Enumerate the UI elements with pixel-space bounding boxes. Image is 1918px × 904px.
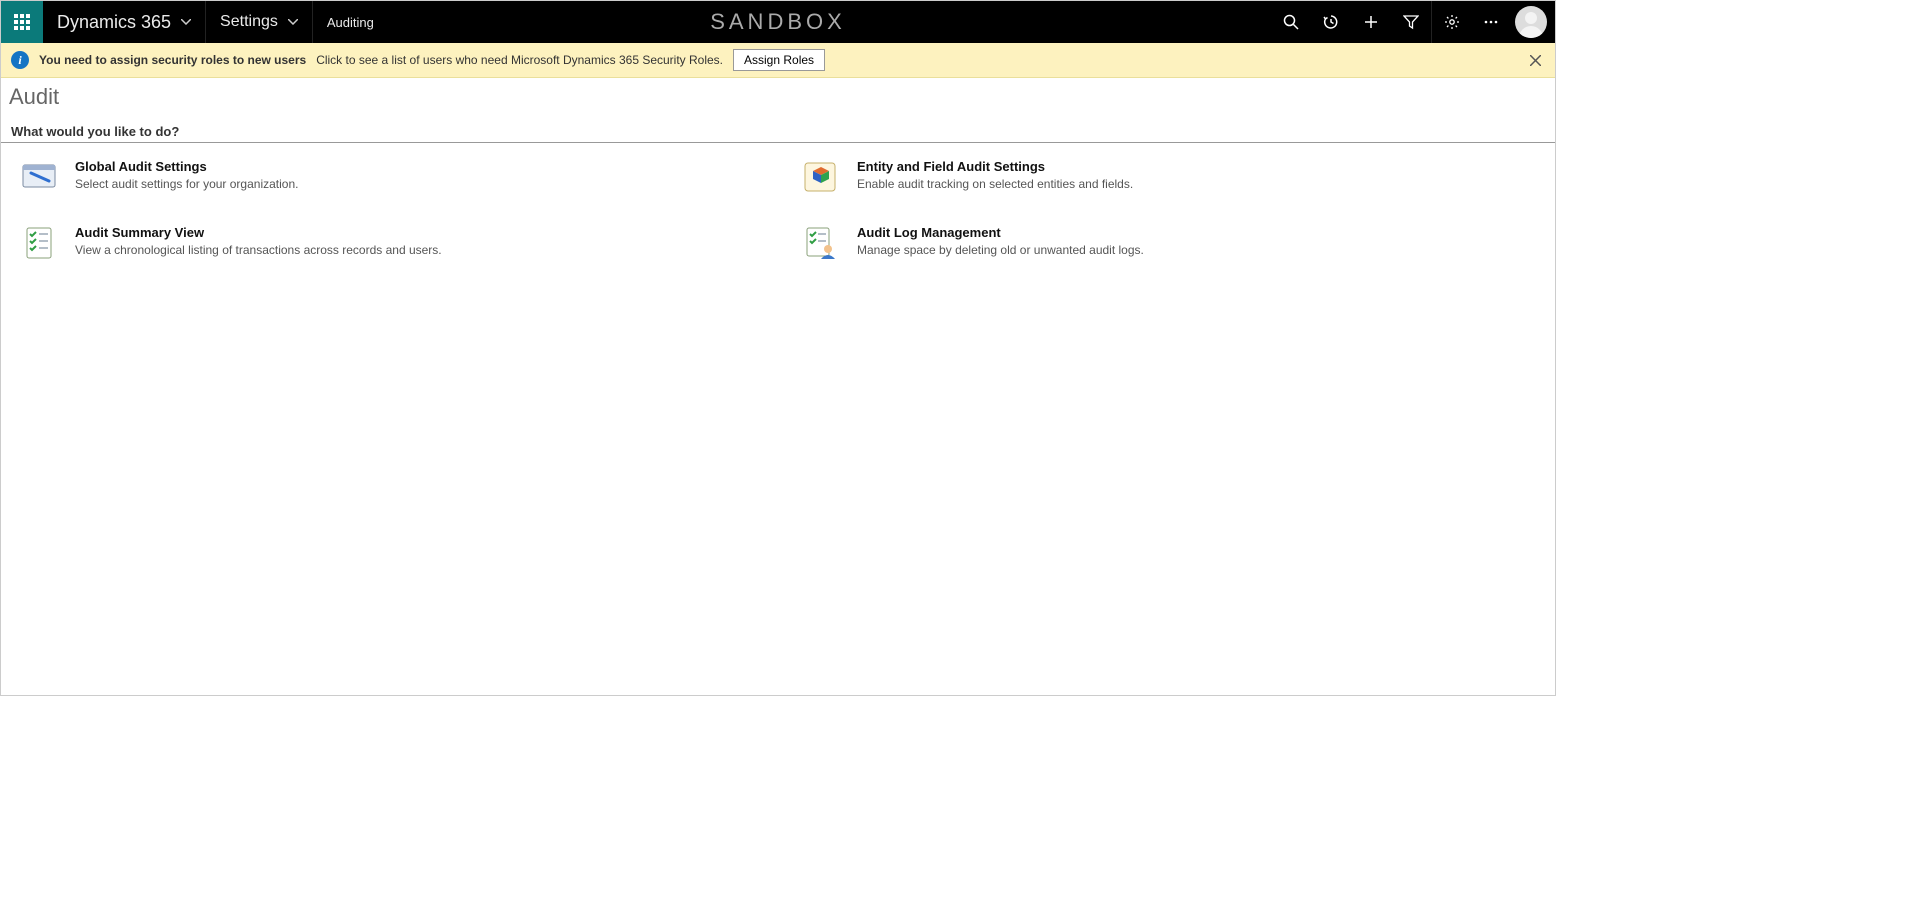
notification-bar: i You need to assign security roles to n… (1, 43, 1555, 78)
notification-title: You need to assign security roles to new… (39, 53, 306, 67)
entity-boxes-icon (803, 159, 839, 195)
nav-area-label: Settings (220, 13, 278, 31)
settings-form-icon (21, 159, 57, 195)
nav-subarea[interactable]: Auditing (313, 1, 388, 43)
assign-roles-button[interactable]: Assign Roles (733, 49, 825, 71)
waffle-icon (14, 14, 30, 30)
chevron-down-icon (181, 19, 191, 25)
nav-app-label: Dynamics 365 (57, 12, 171, 33)
checklist-icon (21, 225, 57, 261)
close-icon (1530, 55, 1541, 66)
search-icon (1283, 14, 1299, 30)
recent-button[interactable] (1311, 1, 1351, 43)
tile-desc: Manage space by deleting old or unwanted… (857, 243, 1144, 257)
plus-icon (1363, 14, 1379, 30)
user-avatar[interactable] (1515, 6, 1547, 38)
audit-tile-grid: Global Audit Settings Select audit setti… (1, 143, 1555, 295)
nav-right (1271, 1, 1555, 43)
tile-desc: Select audit settings for your organizat… (75, 177, 298, 191)
history-icon (1323, 14, 1339, 30)
info-icon: i (11, 51, 29, 69)
more-icon (1483, 14, 1499, 30)
tile-title: Audit Log Management (857, 225, 1144, 240)
gear-icon (1444, 14, 1460, 30)
notification-message: Click to see a list of users who need Mi… (316, 53, 723, 67)
chevron-down-icon (288, 19, 298, 25)
section-title: What would you like to do? (1, 120, 1555, 143)
tile-title: Entity and Field Audit Settings (857, 159, 1133, 174)
tile-global-audit-settings[interactable]: Global Audit Settings Select audit setti… (21, 153, 763, 219)
filter-icon (1403, 14, 1419, 30)
tile-audit-summary-view[interactable]: Audit Summary View View a chronological … (21, 219, 763, 285)
tile-title: Audit Summary View (75, 225, 442, 240)
environment-label: SANDBOX (710, 9, 846, 35)
nav-app-name[interactable]: Dynamics 365 (43, 1, 206, 43)
help-button[interactable] (1471, 1, 1511, 43)
tile-title: Global Audit Settings (75, 159, 298, 174)
tile-entity-field-audit-settings[interactable]: Entity and Field Audit Settings Enable a… (803, 153, 1545, 219)
tile-desc: View a chronological listing of transact… (75, 243, 442, 257)
notification-close-button[interactable] (1526, 55, 1545, 66)
search-button[interactable] (1271, 1, 1311, 43)
top-nav: Dynamics 365 Settings Auditing SANDBOX (1, 1, 1555, 43)
nav-subarea-label: Auditing (327, 15, 374, 30)
tile-desc: Enable audit tracking on selected entiti… (857, 177, 1133, 191)
advanced-find-button[interactable] (1391, 1, 1431, 43)
tile-audit-log-management[interactable]: Audit Log Management Manage space by del… (803, 219, 1545, 285)
nav-area[interactable]: Settings (206, 1, 313, 43)
person-icon (1515, 6, 1547, 38)
page-title: Audit (1, 78, 1555, 120)
settings-button[interactable] (1431, 1, 1471, 43)
log-user-icon (803, 225, 839, 261)
quick-create-button[interactable] (1351, 1, 1391, 43)
app-launcher-button[interactable] (1, 1, 43, 43)
